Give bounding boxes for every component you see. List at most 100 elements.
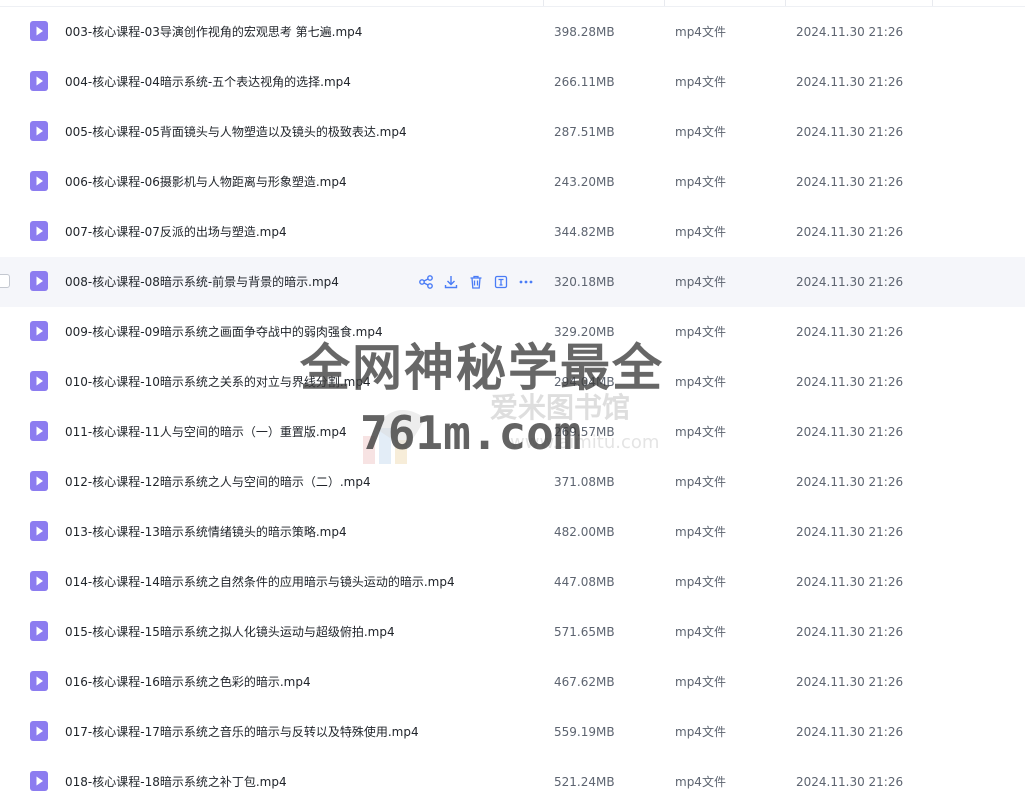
file-type: mp4文件: [675, 275, 726, 289]
rename-icon[interactable]: [493, 274, 509, 290]
video-file-icon: [30, 121, 48, 141]
video-file-icon: [30, 271, 48, 291]
file-name[interactable]: 014-核心课程-14暗示系统之自然条件的应用暗示与镜头运动的暗示.mp4: [65, 557, 455, 607]
file-name[interactable]: 016-核心课程-16暗示系统之色彩的暗示.mp4: [65, 657, 311, 707]
video-file-icon: [30, 171, 48, 191]
file-name[interactable]: 013-核心课程-13暗示系统情绪镜头的暗示策略.mp4: [65, 507, 347, 557]
file-type: mp4文件: [675, 675, 726, 689]
file-row[interactable]: 005-核心课程-05背面镜头与人物塑造以及镜头的极致表达.mp4 287.51…: [0, 107, 1025, 157]
file-size: 269.57MB: [554, 425, 615, 439]
share-icon[interactable]: [418, 274, 434, 290]
file-type: mp4文件: [675, 375, 726, 389]
file-size: 482.00MB: [554, 525, 615, 539]
file-row[interactable]: 011-核心课程-11人与空间的暗示（一）重置版.mp4 269.57MB mp…: [0, 407, 1025, 457]
file-row[interactable]: 006-核心课程-06摄影机与人物距离与形象塑造.mp4 243.20MB mp…: [0, 157, 1025, 207]
file-type: mp4文件: [675, 575, 726, 589]
file-date: 2024.11.30 21:26: [796, 725, 904, 739]
file-date: 2024.11.30 21:26: [796, 325, 904, 339]
column-separator: [664, 0, 665, 6]
video-file-icon: [30, 421, 48, 441]
video-file-icon: [30, 771, 48, 791]
file-row[interactable]: 017-核心课程-17暗示系统之音乐的暗示与反转以及特殊使用.mp4 559.1…: [0, 707, 1025, 757]
file-date: 2024.11.30 21:26: [796, 775, 904, 789]
file-type: mp4文件: [675, 25, 726, 39]
file-size: 320.18MB: [554, 275, 615, 289]
file-row[interactable]: 009-核心课程-09暗示系统之画面争夺战中的弱肉强食.mp4 329.20MB…: [0, 307, 1025, 357]
video-file-icon: [30, 721, 48, 741]
row-checkbox[interactable]: [0, 274, 10, 288]
file-name[interactable]: 017-核心课程-17暗示系统之音乐的暗示与反转以及特殊使用.mp4: [65, 707, 419, 757]
file-row[interactable]: 010-核心课程-10暗示系统之关系的对立与界线分割.mp4 294.04MB …: [0, 357, 1025, 407]
video-file-icon: [30, 221, 48, 241]
video-file-icon: [30, 671, 48, 691]
video-file-icon: [30, 471, 48, 491]
file-date: 2024.11.30 21:26: [796, 625, 904, 639]
row-actions: [418, 274, 534, 290]
file-size: 559.19MB: [554, 725, 615, 739]
download-icon[interactable]: [443, 274, 459, 290]
file-size: 344.82MB: [554, 225, 615, 239]
video-file-icon: [30, 521, 48, 541]
file-size: 467.62MB: [554, 675, 615, 689]
file-name[interactable]: 007-核心课程-07反派的出场与塑造.mp4: [65, 207, 287, 257]
file-name[interactable]: 004-核心课程-04暗示系统-五个表达视角的选择.mp4: [65, 57, 351, 107]
file-type: mp4文件: [675, 425, 726, 439]
file-name[interactable]: 006-核心课程-06摄影机与人物距离与形象塑造.mp4: [65, 157, 347, 207]
file-size: 521.24MB: [554, 775, 615, 789]
file-name[interactable]: 015-核心课程-15暗示系统之拟人化镜头运动与超级俯拍.mp4: [65, 607, 395, 657]
file-type: mp4文件: [675, 75, 726, 89]
column-separator: [543, 0, 544, 6]
file-row[interactable]: 016-核心课程-16暗示系统之色彩的暗示.mp4 467.62MB mp4文件…: [0, 657, 1025, 707]
file-date: 2024.11.30 21:26: [796, 375, 904, 389]
file-date: 2024.11.30 21:26: [796, 475, 904, 489]
file-row[interactable]: 004-核心课程-04暗示系统-五个表达视角的选择.mp4 266.11MB m…: [0, 57, 1025, 107]
file-size: 294.04MB: [554, 375, 615, 389]
file-size: 287.51MB: [554, 125, 615, 139]
file-name[interactable]: 018-核心课程-18暗示系统之补丁包.mp4: [65, 757, 287, 807]
file-type: mp4文件: [675, 775, 726, 789]
file-type: mp4文件: [675, 475, 726, 489]
file-row[interactable]: 015-核心课程-15暗示系统之拟人化镜头运动与超级俯拍.mp4 571.65M…: [0, 607, 1025, 657]
video-file-icon: [30, 621, 48, 641]
file-name[interactable]: 005-核心课程-05背面镜头与人物塑造以及镜头的极致表达.mp4: [65, 107, 407, 157]
file-row[interactable]: 003-核心课程-03导演创作视角的宏观思考 第七遍.mp4 398.28MB …: [0, 7, 1025, 57]
delete-icon[interactable]: [468, 274, 484, 290]
file-date: 2024.11.30 21:26: [796, 225, 904, 239]
file-type: mp4文件: [675, 325, 726, 339]
column-separator: [932, 0, 933, 6]
file-size: 571.65MB: [554, 625, 615, 639]
file-name[interactable]: 009-核心课程-09暗示系统之画面争夺战中的弱肉强食.mp4: [65, 307, 383, 357]
file-row[interactable]: 014-核心课程-14暗示系统之自然条件的应用暗示与镜头运动的暗示.mp4 44…: [0, 557, 1025, 607]
more-icon[interactable]: [518, 274, 534, 290]
video-file-icon: [30, 21, 48, 41]
file-date: 2024.11.30 21:26: [796, 275, 904, 289]
file-size: 398.28MB: [554, 25, 615, 39]
file-size: 371.08MB: [554, 475, 615, 489]
file-row[interactable]: 008-核心课程-08暗示系统-前景与背景的暗示.mp4 320.18MB mp…: [0, 257, 1025, 307]
file-name[interactable]: 008-核心课程-08暗示系统-前景与背景的暗示.mp4: [65, 257, 339, 307]
file-date: 2024.11.30 21:26: [796, 425, 904, 439]
column-header-strip: [0, 0, 1025, 7]
file-date: 2024.11.30 21:26: [796, 75, 904, 89]
video-file-icon: [30, 71, 48, 91]
file-row[interactable]: 007-核心课程-07反派的出场与塑造.mp4 344.82MB mp4文件 2…: [0, 207, 1025, 257]
file-type: mp4文件: [675, 625, 726, 639]
file-name[interactable]: 010-核心课程-10暗示系统之关系的对立与界线分割.mp4: [65, 357, 371, 407]
video-file-icon: [30, 321, 48, 341]
file-row[interactable]: 013-核心课程-13暗示系统情绪镜头的暗示策略.mp4 482.00MB mp…: [0, 507, 1025, 557]
file-date: 2024.11.30 21:26: [796, 175, 904, 189]
file-name[interactable]: 011-核心课程-11人与空间的暗示（一）重置版.mp4: [65, 407, 347, 457]
file-size: 329.20MB: [554, 325, 615, 339]
file-name[interactable]: 012-核心课程-12暗示系统之人与空间的暗示（二）.mp4: [65, 457, 371, 507]
file-date: 2024.11.30 21:26: [796, 575, 904, 589]
file-list: 003-核心课程-03导演创作视角的宏观思考 第七遍.mp4 398.28MB …: [0, 7, 1025, 807]
file-date: 2024.11.30 21:26: [796, 525, 904, 539]
file-name[interactable]: 003-核心课程-03导演创作视角的宏观思考 第七遍.mp4: [65, 7, 362, 57]
file-type: mp4文件: [675, 125, 726, 139]
file-type: mp4文件: [675, 225, 726, 239]
column-separator: [785, 0, 786, 6]
file-row[interactable]: 012-核心课程-12暗示系统之人与空间的暗示（二）.mp4 371.08MB …: [0, 457, 1025, 507]
file-row[interactable]: 018-核心课程-18暗示系统之补丁包.mp4 521.24MB mp4文件 2…: [0, 757, 1025, 807]
file-type: mp4文件: [675, 725, 726, 739]
file-type: mp4文件: [675, 525, 726, 539]
